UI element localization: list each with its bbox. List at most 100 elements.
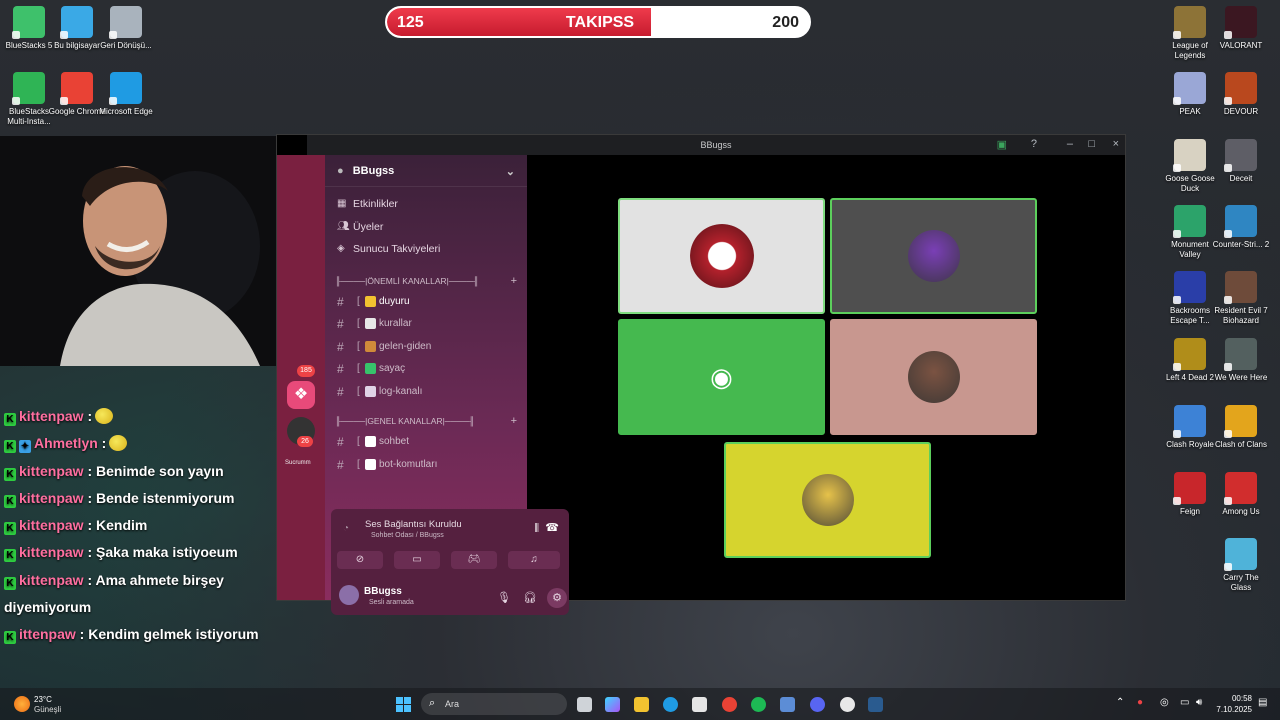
search-box[interactable]: ⌕ Ara [421,693,567,715]
user-status: Sesli aramada [369,599,414,606]
chat-username[interactable]: kittenpaw [19,408,84,424]
desktop-icon[interactable]: Carry The Glass [1212,538,1270,592]
channel-bot-komutları[interactable]: # [bot-komutları [325,454,527,477]
desktop-icon[interactable]: Resident Evil 7 Biohazard [1212,271,1270,325]
volume-icon[interactable]: 🔊︎ [1196,697,1202,708]
chat-message: Kkittenpaw : Ama ahmete birşey [4,570,284,597]
user-avatar[interactable] [339,585,359,605]
desktop-icon[interactable]: Deceit [1212,139,1270,184]
kick-badge-icon: K [4,494,16,508]
screen-share-button[interactable]: ▭ [394,551,440,569]
desktop-icon[interactable]: Monument Valley [1161,205,1219,259]
desktop-icon[interactable]: Geri Dönüşü... [97,6,155,51]
chat-separator: : [83,544,97,561]
notification-icon[interactable]: ▤ [1258,697,1267,708]
channel-category[interactable]: ╟────|GENEL KANALLAR|────╢ + [325,411,527,431]
desktop-icon[interactable]: DEVOUR [1212,72,1270,117]
bald-man-avatar [907,351,960,403]
sidebar-menu-item[interactable]: 👥︎ Üyeler [325,216,527,239]
hash-icon: # [337,384,344,399]
tray-vpn-icon[interactable]: ◎ [1160,697,1169,708]
help-icon[interactable]: ? [1031,138,1037,150]
chat-username[interactable]: kittenpaw [19,544,84,560]
settings-gear-icon[interactable]: ⚙ [547,588,567,608]
channel-log-kanalı[interactable]: # [log-kanalı [325,381,527,404]
desktop-icon-label: Among Us [1222,507,1260,516]
soundboard-button[interactable]: ♫ [508,551,560,569]
desktop-icon[interactable]: Left 4 Dead 2 [1161,338,1219,383]
minimize-button[interactable]: – [1067,138,1073,150]
chat-username[interactable]: ittenpaw [19,626,76,642]
chat-username[interactable]: kittenpaw [19,572,84,588]
kick-badge-icon: K [4,467,16,481]
tray-chevron-icon[interactable]: ⌃ [1116,697,1124,708]
channel-kurallar[interactable]: # [kurallar [325,313,527,336]
participant-tile[interactable] [724,442,931,558]
maximize-button[interactable]: □ [1088,138,1095,150]
channel-category[interactable]: ╟────|ÖNEMLİ KANALLAR|────╢ + [325,271,527,291]
desktop-icon[interactable]: We Were Here [1212,338,1270,383]
chat-username[interactable]: kittenpaw [19,490,84,506]
chat-username[interactable]: kittenpaw [19,517,84,533]
file-explorer-icon[interactable] [634,697,649,712]
participant-tile[interactable]: ◉ [618,319,825,435]
desktop-icon[interactable]: Goose Goose Duck [1161,139,1219,193]
guild-icon[interactable]: ❖ [287,381,315,409]
noise-suppression-icon[interactable]: ⫼ [534,523,539,534]
desktop-icon[interactable]: Clash of Clans [1212,405,1270,450]
camera-button[interactable]: ⊘ [337,551,383,569]
microphone-icon[interactable]: 🎙︎ [497,591,511,604]
channel-gelen-giden[interactable]: # [gelen-giden [325,336,527,359]
desktop-icon[interactable]: PEAK [1161,72,1219,117]
add-channel-icon[interactable]: + [511,271,517,291]
desktop-icon[interactable]: Among Us [1212,472,1270,517]
store-icon[interactable] [692,697,707,712]
channel-duyuru[interactable]: # [duyuru [325,291,527,314]
clock-date[interactable]: 7.10.2025 [1212,705,1252,714]
sidebar-menu-item[interactable]: ◈ Sunucu Takviyeleri [325,238,527,261]
voice-location[interactable]: Sohbet Odası / BBugss [371,532,444,539]
app-icon[interactable] [780,697,795,712]
channel-sayaç[interactable]: # [sayaç [325,358,527,381]
spotify-icon[interactable] [751,697,766,712]
participant-tile[interactable] [830,319,1037,435]
network-icon[interactable]: ▭ [1180,697,1189,708]
channel-sohbet[interactable]: # [sohbet [325,431,527,454]
clash-of-clans-icon [1224,405,1257,438]
steam-icon[interactable] [868,697,883,712]
desktop-icon[interactable]: League of Legends [1161,6,1219,60]
activity-button[interactable]: 🎮︎ [451,551,497,569]
screen-share-icon[interactable]: ▣ [997,138,1007,151]
computer-icon [60,6,93,39]
desktop-icon[interactable]: Feign [1161,472,1219,517]
chat-text: Bende istenmiyorum [96,489,235,506]
participant-tile[interactable] [618,198,825,314]
copilot-icon[interactable] [605,697,620,712]
tray-app-icon[interactable]: ● [1137,697,1143,708]
menu-label: Üyeler [353,220,384,233]
sidebar-menu-item[interactable]: ▦ Etkinlikler [325,193,527,216]
obs-icon[interactable] [840,697,855,712]
recycle-bin-icon [109,6,142,39]
chat-username[interactable]: kittenpaw [19,463,84,479]
weather-icon[interactable] [14,696,30,712]
task-view-icon[interactable] [577,697,592,712]
desktop-icon[interactable]: Microsoft Edge [97,72,155,117]
desktop-icon[interactable]: Backrooms Escape T... [1161,271,1219,325]
disconnect-icon[interactable]: ☎ [545,521,559,534]
server-header[interactable]: ● BBugss ⌄ [325,155,527,187]
clock-time[interactable]: 00:58 [1216,694,1252,703]
chrome-taskbar-icon[interactable] [722,697,737,712]
close-button[interactable]: × [1113,138,1119,150]
edge-taskbar-icon[interactable] [663,697,678,712]
chat-username[interactable]: Ahmetlyn [34,435,98,451]
participant-tile[interactable] [830,198,1037,314]
add-channel-icon[interactable]: + [511,411,517,431]
desktop-icon[interactable]: Counter-Stri... 2 [1212,205,1270,250]
windows-start-icon[interactable] [396,697,411,712]
desktop-icon[interactable]: VALORANT [1212,6,1270,51]
discord-taskbar-icon[interactable] [810,697,825,712]
desktop-icon-label: Monument Valley [1171,240,1209,259]
headphones-icon[interactable]: 🎧︎ [523,591,537,604]
desktop-icon[interactable]: Clash Royale [1161,405,1219,450]
